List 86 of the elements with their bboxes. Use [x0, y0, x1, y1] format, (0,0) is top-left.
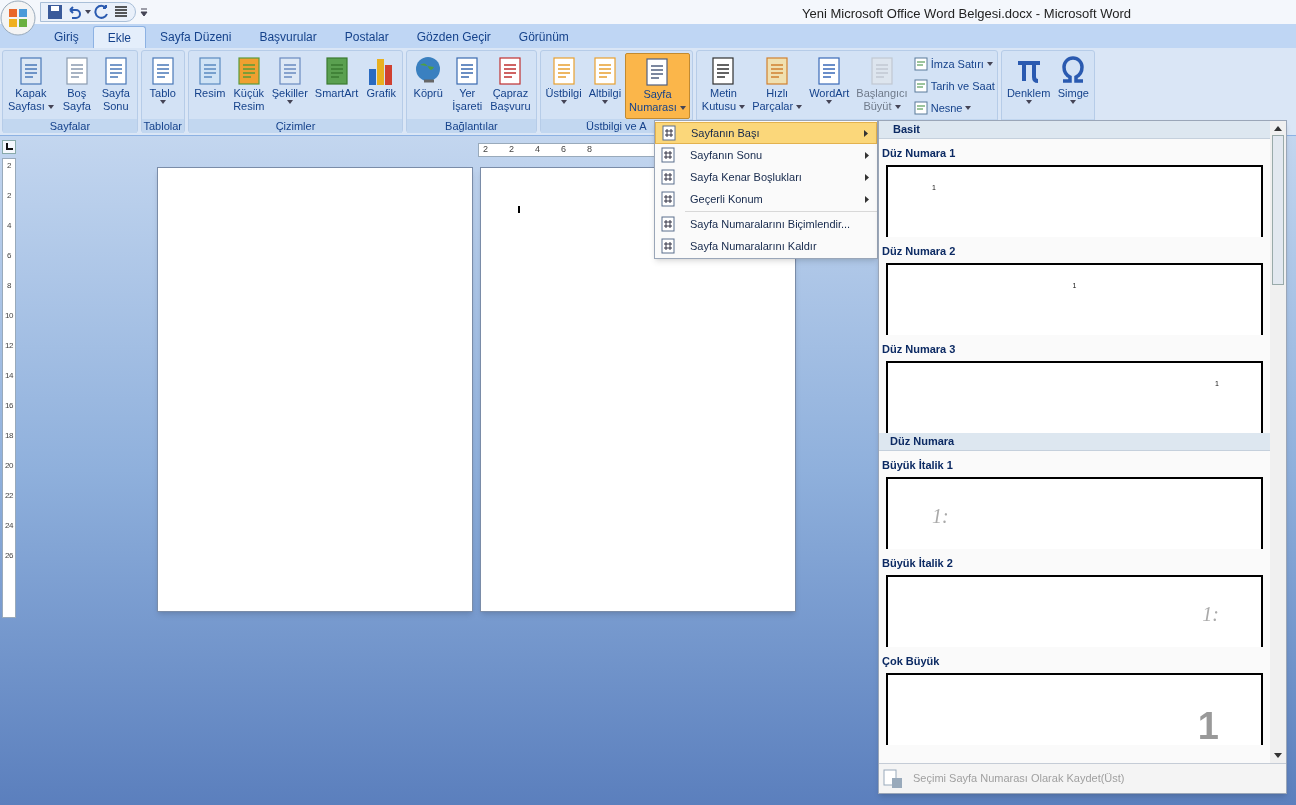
window-title: Yeni Microsoft Office Word Belgesi.docx - Microsoft Word: [802, 5, 1131, 23]
ruler-number: 18: [5, 431, 13, 442]
small-ribbon-button[interactable]: Tarih ve Saat: [913, 77, 995, 95]
customize-caret-icon[interactable]: [140, 8, 148, 16]
group-label: Üstbilgi ve A: [585, 120, 647, 132]
save-selection-icon: [882, 767, 904, 790]
ribbon-button[interactable]: Denklem: [1003, 53, 1054, 119]
tab-selector[interactable]: [2, 140, 16, 154]
group-label: Çizimler: [275, 120, 316, 132]
ribbon-tab[interactable]: Başvurular: [245, 26, 331, 48]
save-icon[interactable]: [47, 4, 63, 20]
ribbon-tab[interactable]: Ekle: [92, 26, 146, 48]
menu-item[interactable]: Sayfanın Sonu: [655, 144, 877, 166]
ruler-number: 2: [7, 191, 11, 202]
page-number-preview: 1: [1197, 707, 1219, 745]
ribbon-button[interactable]: WordArt: [806, 53, 853, 119]
menu-item[interactable]: Geçerli Konum: [655, 188, 877, 210]
left-tab-icon: [5, 143, 13, 151]
ribbon-button[interactable]: SmartArt: [311, 53, 362, 119]
group-label: Sayfalar: [49, 120, 91, 132]
ribbon-tab[interactable]: Görünüm: [504, 26, 583, 48]
ruler-number: 8: [7, 281, 11, 292]
page-number-icon: [661, 147, 675, 163]
group-label: Tablolar: [143, 120, 182, 132]
menu-item[interactable]: Sayfanın Başı: [655, 122, 877, 144]
ruler-number: 14: [5, 371, 13, 382]
ribbon-button[interactable]: Grafik: [362, 53, 401, 119]
ribbon-button[interactable]: Sayfa Sonu: [96, 53, 135, 119]
page-number-icon: [661, 169, 675, 185]
ruler-number: 20: [5, 461, 13, 472]
scrollbar[interactable]: [1270, 121, 1286, 763]
page-number-preview: 1:: [1202, 602, 1219, 627]
caret-icon[interactable]: [85, 10, 91, 14]
ribbon-button[interactable]: Hızlı Parçalar: [749, 53, 806, 119]
ruler-number: 22: [5, 491, 13, 502]
ribbon-tab[interactable]: Gözden Geçir: [402, 26, 505, 48]
small-document-icon: [913, 79, 928, 93]
scroll-thumb[interactable]: [1272, 135, 1284, 285]
redo-icon[interactable]: [94, 4, 110, 20]
small-ribbon-button[interactable]: Nesne: [913, 99, 995, 117]
menu-item[interactable]: Sayfa Kenar Boşlukları: [655, 166, 877, 188]
ruler-number: 12: [5, 341, 13, 352]
ruler-number: 24: [5, 521, 13, 532]
section-heading: Düz Numara: [890, 434, 955, 450]
ribbon-button[interactable]: Yer İşareti: [448, 53, 487, 119]
ribbon-button[interactable]: Tablo: [143, 53, 182, 119]
ribbon-button[interactable]: Küçük Resim: [229, 53, 268, 119]
small-ribbon-button[interactable]: İmza Satırı: [913, 55, 995, 73]
ribbon-button[interactable]: Kapak Sayfası: [5, 53, 57, 119]
ribbon-button[interactable]: Metin Kutusu: [698, 53, 749, 119]
page-number-icon: [662, 125, 676, 141]
section-heading: Basit: [893, 122, 920, 138]
page-number-preview: 1:: [932, 504, 949, 529]
ruler-number: 2: [483, 143, 488, 157]
ribbon-button[interactable]: Boş Sayfa: [57, 53, 96, 119]
ribbon-button[interactable]: Sayfa Numarası: [625, 53, 690, 119]
ruler-number: 6: [7, 251, 11, 262]
small-document-icon: [913, 101, 928, 115]
page-number-icon: [661, 216, 675, 232]
ribbon-button[interactable]: Köprü: [409, 53, 448, 119]
ruler-number: 4: [535, 143, 541, 157]
ruler-number: 10: [5, 311, 13, 322]
small-document-icon: [913, 57, 928, 71]
menu-item[interactable]: Sayfa Numaralarını Kaldır: [655, 235, 877, 257]
ribbon-button[interactable]: Üstbilgi: [542, 53, 585, 119]
ribbon-button[interactable]: Resim: [190, 53, 229, 119]
ribbon-button[interactable]: Çapraz Başvuru: [487, 53, 534, 119]
ruler-number: 2: [7, 161, 11, 172]
ribbon-tab[interactable]: Sayfa Düzeni: [146, 26, 246, 48]
ribbon-button[interactable]: Altbilgi: [585, 53, 625, 119]
ruler-number: 8: [587, 143, 593, 157]
page-number-icon: [661, 191, 675, 207]
ribbon-button[interactable]: Simge: [1054, 53, 1093, 119]
ruler-number: 16: [5, 401, 13, 412]
align-icon[interactable]: [113, 4, 129, 20]
ribbon-button[interactable]: Şekiller: [268, 53, 311, 119]
ruler-number: 26: [5, 551, 13, 562]
ribbon-tab[interactable]: Giriş: [40, 26, 93, 48]
page-number-icon: [661, 238, 675, 254]
ruler-number: 2: [509, 143, 515, 157]
menu-item[interactable]: Sayfa Numaralarını Biçimlendir...: [655, 213, 877, 235]
group-label: Bağlantılar: [445, 120, 498, 132]
ruler-number: 4: [7, 221, 11, 232]
undo-icon[interactable]: [66, 4, 82, 20]
ribbon-tab[interactable]: Postalar: [330, 26, 403, 48]
ruler-number: 6: [561, 143, 567, 157]
